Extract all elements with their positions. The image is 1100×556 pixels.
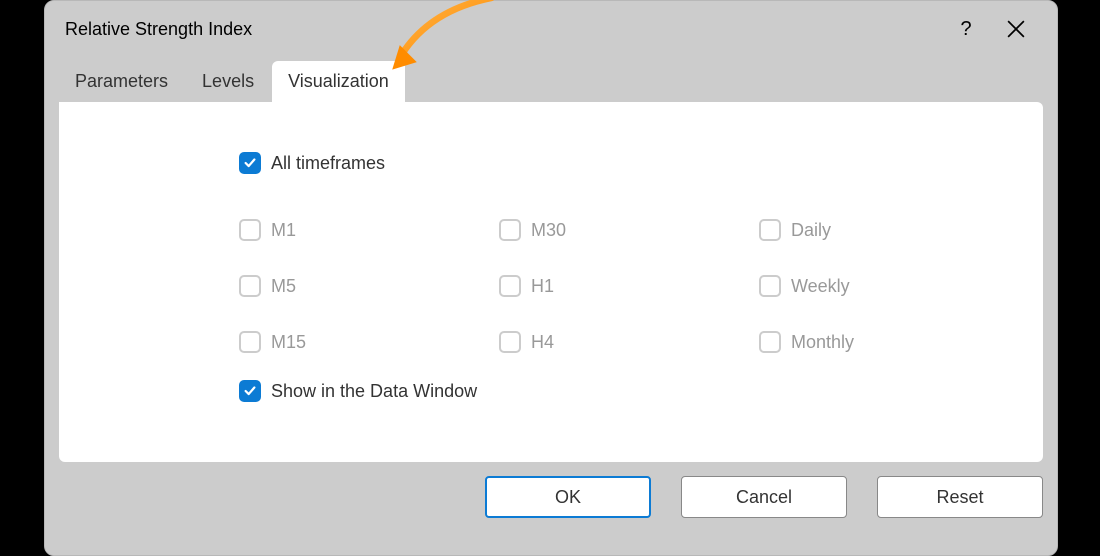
checkbox-box xyxy=(239,331,261,353)
dialog-window: Relative Strength Index ? Parameters Lev… xyxy=(44,0,1058,556)
checkbox-weekly[interactable]: Weekly xyxy=(759,258,1019,314)
tab-visualization[interactable]: Visualization xyxy=(272,61,405,102)
check-icon xyxy=(243,384,257,398)
checkbox-label: Show in the Data Window xyxy=(271,381,477,402)
checkbox-label: Weekly xyxy=(791,276,850,297)
ok-button[interactable]: OK xyxy=(485,476,651,518)
tab-content: All timeframes M1 M30 Daily M5 H1 xyxy=(59,102,1043,462)
checkbox-box xyxy=(239,275,261,297)
cancel-button[interactable]: Cancel xyxy=(681,476,847,518)
checkbox-label: M1 xyxy=(271,220,296,241)
checkbox-m30[interactable]: M30 xyxy=(499,202,759,258)
checkbox-box xyxy=(239,152,261,174)
checkbox-daily[interactable]: Daily xyxy=(759,202,1019,258)
reset-button[interactable]: Reset xyxy=(877,476,1043,518)
timeframe-grid: M1 M30 Daily M5 H1 Weekly xyxy=(239,202,983,370)
checkbox-m15[interactable]: M15 xyxy=(239,314,499,370)
checkbox-box xyxy=(499,219,521,241)
tab-parameters[interactable]: Parameters xyxy=(59,61,184,102)
checkbox-box xyxy=(759,219,781,241)
check-icon xyxy=(243,156,257,170)
checkbox-show-data-window[interactable]: Show in the Data Window xyxy=(239,380,983,402)
checkbox-label: Daily xyxy=(791,220,831,241)
checkbox-label: M30 xyxy=(531,220,566,241)
checkbox-h4[interactable]: H4 xyxy=(499,314,759,370)
close-button[interactable] xyxy=(991,9,1041,49)
checkbox-box xyxy=(499,331,521,353)
checkbox-label: M5 xyxy=(271,276,296,297)
checkbox-label: H1 xyxy=(531,276,554,297)
checkbox-label: All timeframes xyxy=(271,153,385,174)
checkbox-h1[interactable]: H1 xyxy=(499,258,759,314)
checkbox-m5[interactable]: M5 xyxy=(239,258,499,314)
checkbox-all-timeframes[interactable]: All timeframes xyxy=(239,152,983,174)
tab-levels[interactable]: Levels xyxy=(186,61,270,102)
tabs: Parameters Levels Visualization xyxy=(59,57,1057,102)
checkbox-box xyxy=(239,219,261,241)
help-button[interactable]: ? xyxy=(941,9,991,49)
checkbox-box xyxy=(759,275,781,297)
dialog-title: Relative Strength Index xyxy=(61,19,941,40)
checkbox-box xyxy=(239,380,261,402)
checkbox-m1[interactable]: M1 xyxy=(239,202,499,258)
checkbox-box xyxy=(499,275,521,297)
checkbox-box xyxy=(759,331,781,353)
close-icon xyxy=(1007,20,1025,38)
button-row: OK Cancel Reset xyxy=(45,462,1057,518)
checkbox-label: H4 xyxy=(531,332,554,353)
titlebar: Relative Strength Index ? xyxy=(45,1,1057,57)
checkbox-monthly[interactable]: Monthly xyxy=(759,314,1019,370)
checkbox-label: Monthly xyxy=(791,332,854,353)
checkbox-label: M15 xyxy=(271,332,306,353)
